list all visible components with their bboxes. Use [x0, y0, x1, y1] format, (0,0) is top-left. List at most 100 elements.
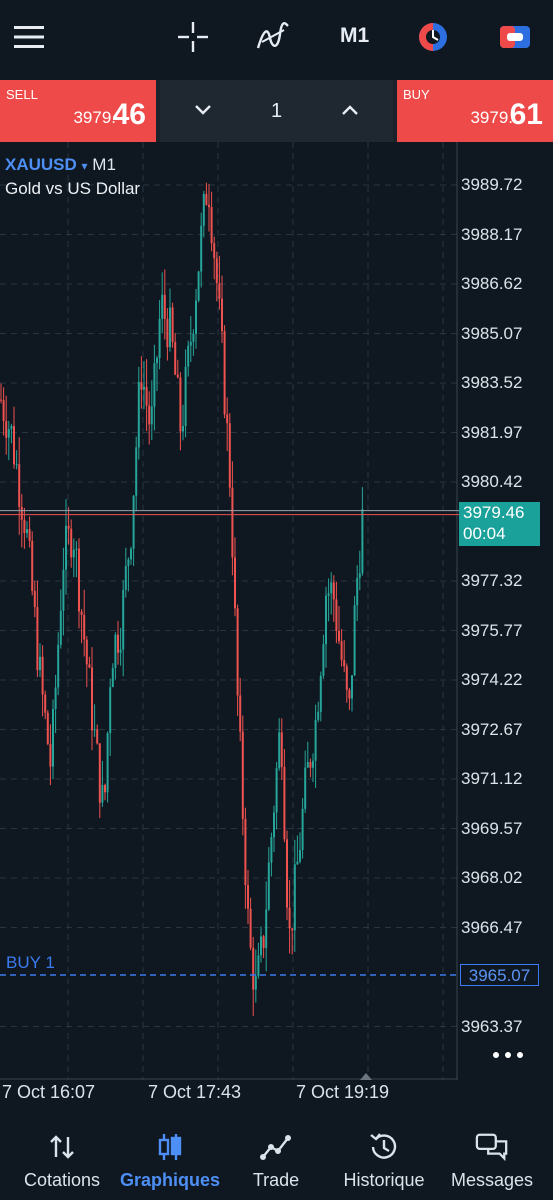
candle-body — [122, 589, 125, 650]
candle-body — [0, 399, 2, 401]
candle-body — [20, 506, 23, 520]
nav-charts[interactable]: Graphiques — [116, 1110, 224, 1200]
candle-body — [213, 243, 216, 259]
candle-body — [223, 331, 226, 415]
bid-price: 3979.46 — [463, 503, 525, 522]
candle-body — [210, 207, 213, 244]
candle-body — [257, 955, 260, 977]
candle-body — [312, 760, 314, 768]
nav-trade[interactable]: Trade — [240, 1110, 312, 1200]
symbol-dropdown-icon: ▾ — [81, 159, 88, 173]
candle-body — [93, 729, 96, 731]
candle-body — [195, 300, 197, 334]
candle-body — [54, 687, 57, 710]
symbol-name: XAUUSD — [5, 155, 77, 174]
candle-body — [88, 664, 91, 668]
candle-body — [288, 907, 291, 929]
messages-icon — [475, 1130, 509, 1164]
candle-body — [117, 634, 119, 653]
more-options-icon[interactable] — [490, 1045, 526, 1065]
order-line-label[interactable]: BUY 1 — [6, 953, 55, 973]
candle-body — [345, 666, 348, 690]
candle-body — [143, 386, 145, 390]
candle-body — [215, 258, 218, 284]
candle-body — [156, 357, 158, 364]
candle-body — [158, 318, 161, 358]
candle-body — [62, 569, 65, 611]
candle-body — [184, 366, 187, 427]
nav-label: Trade — [252, 1170, 300, 1190]
candle-body — [340, 641, 343, 661]
candle-body — [306, 762, 309, 768]
candle-body — [59, 610, 62, 645]
candle-body — [150, 406, 153, 425]
symbol-selector[interactable]: XAUUSD ▾ M1 — [5, 155, 116, 175]
candle-body — [275, 768, 278, 813]
candle-body — [327, 593, 330, 596]
price-axis-label: 3974.22 — [461, 670, 523, 689]
candle-body — [46, 712, 49, 744]
candle-body — [322, 644, 325, 676]
candle-body — [2, 400, 5, 421]
candle-body — [145, 386, 148, 406]
candle-body — [338, 630, 340, 642]
candle-body — [273, 812, 275, 838]
price-axis-label: 3975.77 — [461, 620, 523, 640]
nav-history[interactable]: Historique — [332, 1110, 436, 1200]
candle-body — [270, 837, 273, 863]
candle-body — [202, 193, 205, 226]
candle-body — [286, 839, 288, 908]
candle-body — [205, 193, 208, 205]
candle-body — [80, 611, 83, 615]
candle-body — [325, 595, 327, 645]
candle-body — [140, 382, 143, 390]
candle-body — [83, 614, 86, 640]
candle-body — [163, 294, 166, 319]
candle-body — [153, 363, 156, 407]
candle-body — [106, 733, 109, 793]
price-axis-label: 3977.32 — [461, 571, 523, 590]
candle-body — [293, 864, 296, 931]
candle-body — [169, 307, 171, 348]
order-price-tag[interactable]: 3965.07 — [460, 964, 539, 986]
candle-body — [57, 644, 60, 688]
bid-price-tag: 3979.46 00:04 — [459, 502, 540, 546]
charts-icon — [153, 1130, 187, 1164]
candle-body — [241, 731, 244, 819]
candle-body — [13, 426, 15, 465]
candle-body — [15, 464, 18, 466]
candle-body — [296, 861, 299, 865]
candle-body — [171, 307, 174, 343]
candle-body — [319, 675, 322, 712]
candle-body — [28, 529, 31, 541]
candle-body — [299, 850, 301, 862]
candle-body — [78, 548, 80, 612]
candle-body — [91, 667, 93, 731]
candle-body — [65, 525, 67, 570]
candle-body — [176, 374, 179, 378]
candle-body — [5, 420, 8, 438]
price-axis-label: 3963.37 — [461, 1016, 523, 1036]
nav-messages[interactable]: Messages — [444, 1110, 540, 1200]
candle-body — [101, 785, 104, 803]
candle-body — [96, 729, 99, 744]
bottom-navigation: Cotations Graphiques Trade Historique Me… — [0, 1110, 553, 1200]
candle-body — [353, 605, 356, 676]
price-axis-label: 3971.12 — [461, 769, 523, 788]
candle-body — [348, 689, 351, 699]
candle-body — [309, 762, 312, 768]
candle-body — [23, 519, 26, 534]
nav-label: Historique — [343, 1170, 425, 1190]
candle-body — [31, 540, 34, 591]
candle-body — [192, 333, 195, 342]
candle-body — [361, 509, 364, 574]
nav-quotes[interactable]: Cotations — [16, 1110, 108, 1200]
candle-body — [280, 732, 283, 767]
candle-body — [356, 577, 359, 606]
nav-label: Messages — [450, 1170, 534, 1190]
chart-timeframe: M1 — [92, 155, 116, 174]
candle-body — [98, 743, 101, 803]
price-axis-label: 3968.02 — [461, 868, 523, 887]
candle-body — [174, 342, 177, 375]
candle-body — [249, 908, 252, 948]
